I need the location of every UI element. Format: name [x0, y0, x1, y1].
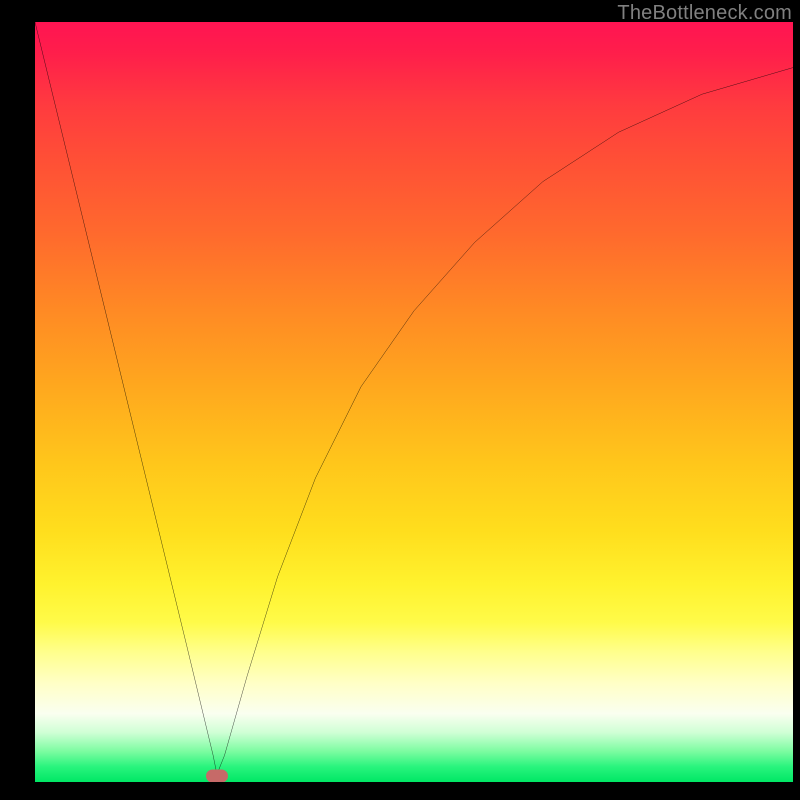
curve-path	[35, 22, 793, 774]
chart-frame: TheBottleneck.com	[0, 0, 800, 800]
watermark-text: TheBottleneck.com	[617, 2, 792, 25]
plot-area	[35, 22, 793, 782]
bottleneck-curve	[35, 22, 793, 782]
minimum-marker	[206, 769, 228, 782]
